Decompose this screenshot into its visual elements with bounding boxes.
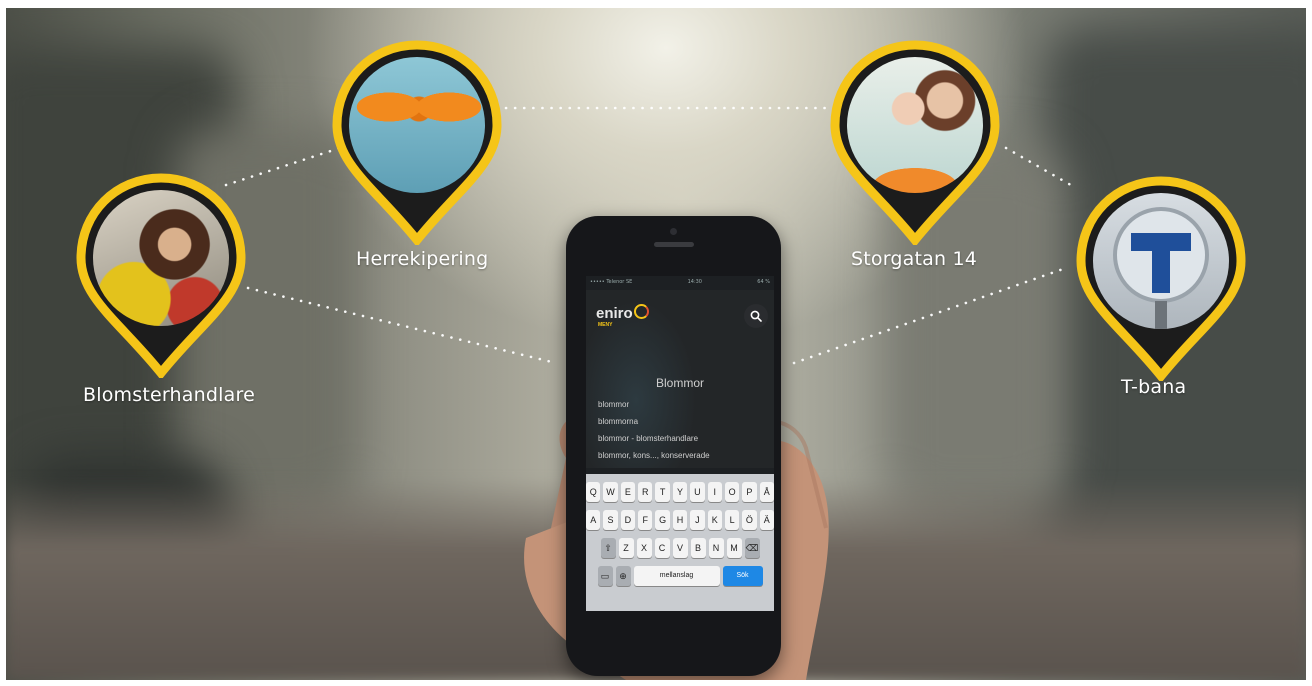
status-time: 14:30 — [687, 279, 702, 285]
keyboard-row-2: A S D F G H J K L Ö Ä — [586, 510, 774, 530]
space-key[interactable]: mellanslag — [633, 566, 720, 586]
keyboard-row-3: ⇧ Z X C V B N M ⌫ — [586, 538, 774, 558]
bowtie-photo-icon — [349, 57, 485, 193]
key[interactable]: C — [654, 538, 670, 558]
key[interactable]: I — [707, 482, 722, 502]
menu-link[interactable]: MENY — [598, 322, 612, 328]
key[interactable]: Y — [672, 482, 688, 502]
phone-screen: ••••• Telenor SE 14:30 64 % eniro MENY B… — [586, 276, 774, 611]
key[interactable]: Ä — [759, 510, 774, 530]
battery-text: 64 % — [757, 279, 770, 285]
onscreen-keyboard: Q W E R T Y U I O P Å A S D F G H J K L … — [586, 474, 774, 611]
search-icon — [750, 310, 762, 322]
key[interactable]: Å — [759, 482, 774, 502]
suggestion-item[interactable]: blommor, kons..., konserverade — [598, 451, 710, 460]
connector-phone-tbana — [792, 266, 1068, 365]
keyboard-row-1: Q W E R T Y U I O P Å — [586, 482, 774, 502]
key[interactable]: N — [708, 538, 724, 558]
keyboard-row-4: ▭ ⊕ mellanslag Sök — [586, 566, 774, 586]
key[interactable]: A — [586, 510, 601, 530]
key[interactable]: L — [724, 510, 740, 530]
carrier-text: ••••• Telenor SE — [590, 279, 633, 285]
key[interactable]: S — [603, 510, 618, 530]
key[interactable]: X — [636, 538, 652, 558]
key[interactable]: V — [672, 538, 688, 558]
eniro-logo-icon — [633, 304, 649, 319]
globe-icon[interactable]: ⊕ — [615, 566, 631, 586]
t-sign-icon — [1113, 207, 1209, 329]
brand-text: eniro — [596, 305, 633, 322]
key[interactable]: D — [620, 510, 636, 530]
subway-sign-photo-icon — [1093, 193, 1229, 329]
search-submit-key[interactable]: Sök — [722, 566, 763, 586]
key[interactable]: Q — [586, 482, 601, 502]
suggestion-item[interactable]: blommor — [598, 400, 629, 409]
pin-label-address: Storgatan 14 — [851, 248, 978, 270]
photo-scene: ••••• Telenor SE 14:30 64 % eniro MENY B… — [6, 8, 1306, 680]
earpiece-speaker — [654, 242, 694, 247]
key[interactable]: G — [655, 510, 670, 530]
key[interactable]: B — [690, 538, 706, 558]
connector-florist-phone — [246, 286, 558, 365]
shift-key[interactable]: ⇧ — [600, 538, 616, 558]
key[interactable]: O — [724, 482, 740, 502]
location-pin-subway[interactable] — [1076, 176, 1246, 381]
key[interactable]: Z — [618, 538, 634, 558]
family-photo-icon — [847, 57, 983, 193]
key[interactable]: R — [638, 482, 653, 502]
key[interactable]: P — [742, 482, 757, 502]
key[interactable]: E — [620, 482, 636, 502]
florist-photo-icon — [93, 190, 229, 326]
key[interactable]: J — [690, 510, 705, 530]
location-pin-address[interactable] — [830, 40, 1000, 245]
suggestion-item[interactable]: blommorna — [598, 417, 638, 426]
key[interactable]: H — [672, 510, 688, 530]
eniro-logo[interactable]: eniro — [596, 304, 649, 322]
pin-label-subway: T-bana — [1121, 376, 1187, 398]
key[interactable]: F — [638, 510, 653, 530]
location-pin-menswear[interactable] — [332, 40, 502, 245]
status-bar: ••••• Telenor SE 14:30 64 % — [586, 276, 774, 288]
key[interactable]: M — [726, 538, 742, 558]
key[interactable]: K — [707, 510, 722, 530]
location-pin-florist[interactable] — [76, 173, 246, 378]
smartphone: ••••• Telenor SE 14:30 64 % eniro MENY B… — [566, 216, 781, 676]
search-input[interactable]: Blommor — [586, 376, 774, 390]
front-camera — [670, 228, 677, 235]
key[interactable]: W — [603, 482, 618, 502]
pin-label-menswear: Herrekipering — [356, 248, 489, 270]
search-button[interactable] — [744, 304, 768, 328]
connector-family-tbana — [1004, 146, 1078, 190]
key[interactable]: U — [690, 482, 705, 502]
key[interactable]: Ö — [742, 510, 757, 530]
pin-label-florist: Blomsterhandlare — [83, 384, 255, 406]
backspace-key[interactable]: ⌫ — [744, 538, 760, 558]
suggestion-item[interactable]: blommor - blomsterhandlare — [598, 434, 698, 443]
key[interactable]: T — [655, 482, 670, 502]
numbers-key[interactable]: ▭ — [597, 566, 613, 586]
